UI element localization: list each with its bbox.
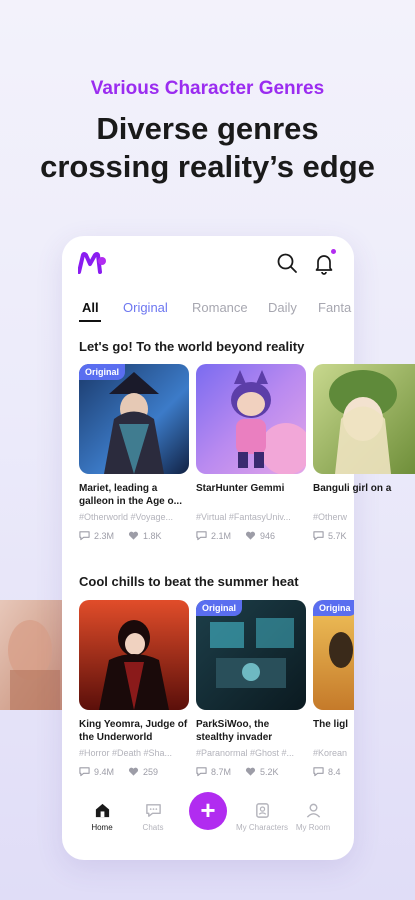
nav-label: My Room	[295, 823, 331, 832]
card-tags: #Otherw	[313, 512, 348, 522]
card-tags: #Paranormal #Ghost #...	[196, 748, 295, 758]
active-tab-indicator	[79, 320, 101, 322]
like-count-icon	[128, 531, 139, 540]
chat-count: 5.7K	[328, 530, 347, 541]
card-title: Banguli girl on a	[313, 483, 392, 494]
chat-count: 2.1M	[211, 530, 232, 541]
card-stats: 2.3M 1.8K	[79, 530, 189, 541]
chat-count-icon	[313, 531, 324, 541]
card-stats: 2.1M 946	[196, 530, 306, 541]
card-stats: 5.7K	[313, 530, 415, 541]
original-badge: Original	[196, 600, 243, 616]
card-tags: #Otherworld #Voyage...	[79, 512, 174, 522]
card-title: ParkSiWoo, the stealthy invader	[196, 719, 273, 743]
character-image	[313, 364, 415, 474]
card-title: Mariet, leading a galleon in the Age o..…	[79, 483, 182, 507]
card-stats: 8.4	[313, 766, 354, 777]
original-badge: Origina	[313, 600, 354, 616]
character-card[interactable]: King Yeomra, Judge of the Underworld #Ho…	[79, 600, 189, 777]
promo-title-line-1: Diverse genres	[96, 111, 319, 146]
card-title: StarHunter Gemmi	[196, 483, 285, 494]
card-tags: #Horror #Death #Sha...	[79, 748, 173, 758]
chat-count: 8.7M	[211, 766, 232, 777]
bell-icon[interactable]	[312, 251, 336, 275]
character-card[interactable]: Original Mariet, leading a galleon in th…	[79, 364, 189, 541]
chat-count-icon	[196, 531, 207, 541]
chat-count-icon	[313, 767, 324, 777]
person-icon	[306, 803, 320, 818]
create-character-button[interactable]: +	[189, 792, 227, 830]
plus-icon: +	[200, 795, 216, 825]
section-title: Cool chills to beat the summer heat	[79, 574, 299, 589]
character-card[interactable]: StarHunter Gemmi #Virtual #FantasyUniv..…	[196, 364, 306, 541]
character-image	[79, 600, 189, 710]
character-card-icon	[255, 803, 269, 818]
chat-count: 2.3M	[94, 530, 115, 541]
home-icon	[95, 803, 109, 818]
card-title: King Yeomra, Judge of the Underworld	[79, 719, 188, 743]
like-count: 259	[143, 766, 159, 777]
tab-fantasy[interactable]: Fanta	[318, 300, 351, 315]
nav-chats[interactable]: Chats	[125, 802, 181, 832]
promo-title-line-2: crossing reality’s edge	[40, 149, 375, 184]
notification-dot	[331, 249, 336, 254]
character-card[interactable]: Banguli girl on a #Otherw 5.7K	[313, 364, 415, 541]
tab-romance[interactable]: Romance	[192, 300, 248, 315]
tab-daily[interactable]: Daily	[268, 300, 297, 315]
character-image: Origina	[313, 600, 354, 710]
like-count: 946	[260, 530, 276, 541]
character-image: Original	[79, 364, 189, 474]
chat-count: 8.4	[328, 766, 341, 777]
bottom-navigation: Home Chats + My Characters My Room	[62, 790, 354, 850]
character-image	[196, 364, 306, 474]
promo-title: Diverse genres crossing reality’s edge	[0, 110, 415, 186]
nav-my-characters[interactable]: My Characters	[234, 802, 290, 832]
category-tabs: All Original Romance Daily Fanta	[62, 298, 354, 326]
original-badge: Original	[79, 364, 126, 380]
like-count-icon	[245, 531, 256, 540]
card-stats: 9.4M 259	[79, 766, 189, 777]
chat-count-icon	[196, 767, 207, 777]
nav-label: Chats	[142, 823, 164, 832]
nav-home[interactable]: Home	[74, 802, 130, 832]
nav-label: My Characters	[235, 823, 288, 832]
card-tags: #Virtual #FantasyUniv...	[196, 512, 291, 522]
search-icon[interactable]	[275, 251, 299, 275]
character-image: Original	[196, 600, 306, 710]
like-count-icon	[128, 767, 139, 776]
card-tags: #Korean	[313, 748, 348, 758]
promo-subtitle: Various Character Genres	[90, 78, 325, 99]
chat-count-icon	[79, 531, 90, 541]
card-stats: 8.7M 5.2K	[196, 766, 306, 777]
character-card[interactable]: Origina The ligl #Korean 8.4	[313, 600, 354, 777]
character-card[interactable]: Original ParkSiWoo, the stealthy invader…	[196, 600, 306, 777]
tab-original[interactable]: Original	[123, 300, 168, 315]
tab-all[interactable]: All	[82, 300, 99, 315]
like-count: 1.8K	[143, 530, 162, 541]
card-title: The ligl	[313, 719, 348, 730]
chat-bubble-icon	[145, 804, 161, 817]
section-title: Let's go! To the world beyond reality	[79, 339, 305, 354]
chat-count: 9.4M	[94, 766, 115, 777]
chat-count-icon	[79, 767, 90, 777]
nav-my-room[interactable]: My Room	[285, 802, 341, 832]
like-count-icon	[245, 767, 256, 776]
like-count: 5.2K	[260, 766, 279, 777]
nav-label: Home	[91, 823, 113, 832]
logo-icon	[78, 252, 106, 274]
